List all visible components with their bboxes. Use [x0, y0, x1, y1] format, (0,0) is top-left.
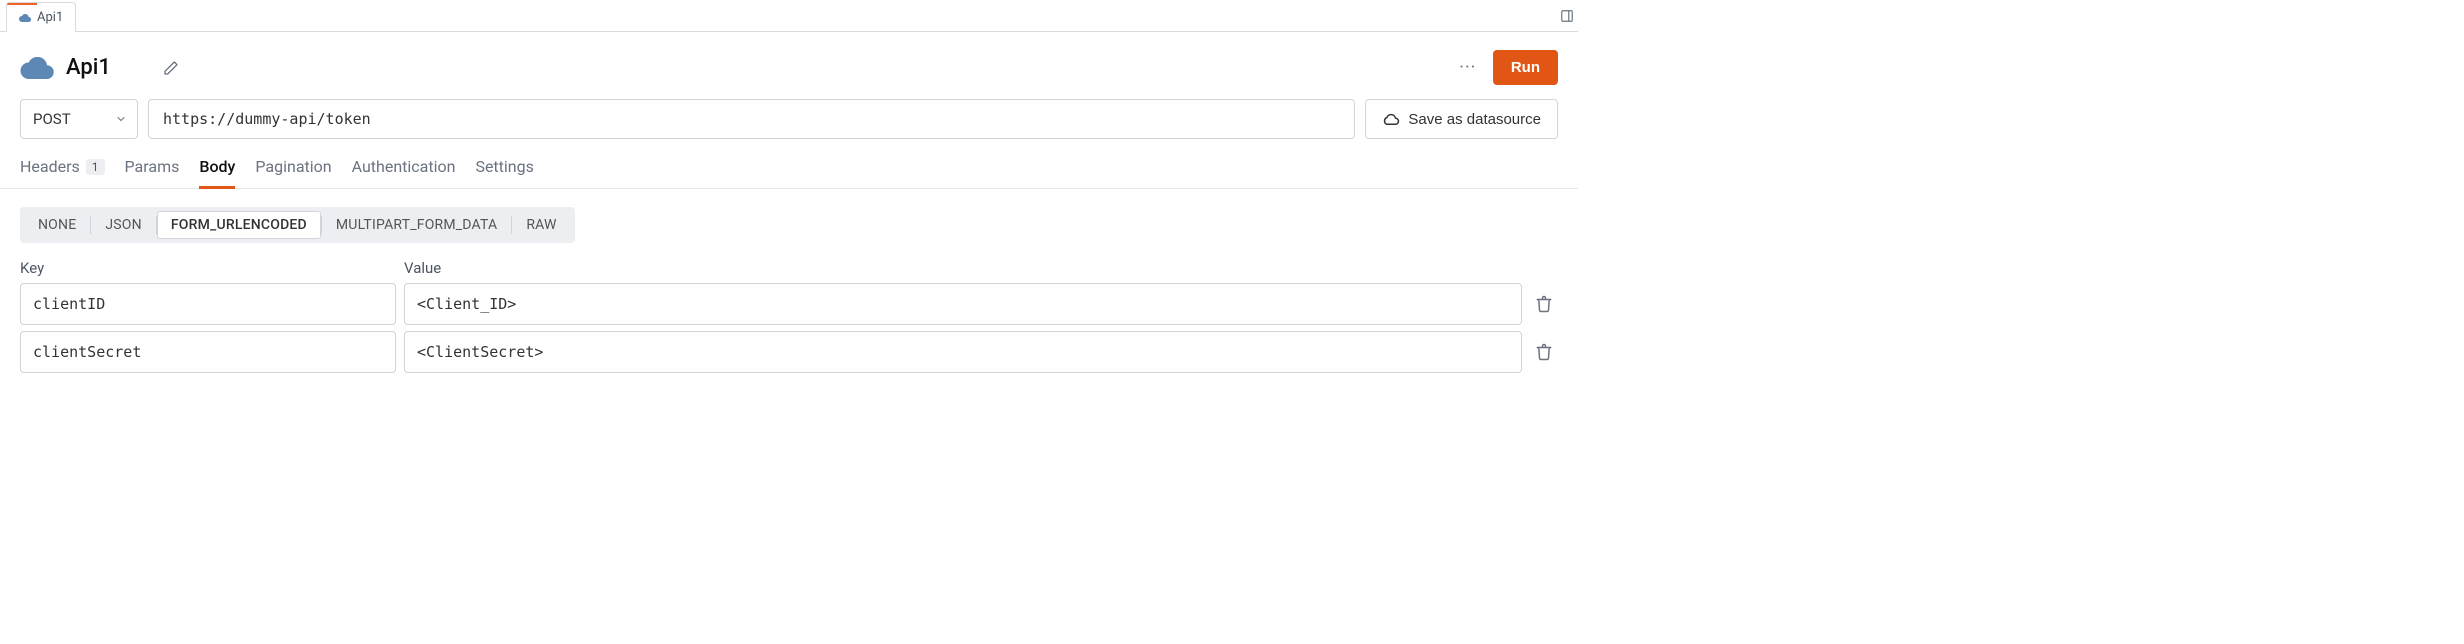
tab-authentication[interactable]: Authentication — [352, 157, 456, 188]
headers-count-badge: 1 — [86, 159, 105, 175]
kv-row — [20, 331, 1558, 373]
delete-row-button[interactable] — [1530, 290, 1558, 318]
tab-headers[interactable]: Headers 1 — [20, 157, 105, 188]
cloud-save-icon — [1382, 112, 1400, 126]
window: Api1 Api1 ··· Run POST Save as datasourc… — [0, 0, 1578, 412]
body-type-json[interactable]: JSON — [91, 211, 155, 239]
request-subtabs: Headers 1 Params Body Pagination Authent… — [0, 139, 1578, 189]
form-data-table: Key Value — [0, 243, 1578, 373]
tab-body[interactable]: Body — [199, 157, 235, 189]
delete-row-button[interactable] — [1530, 338, 1558, 366]
body-type-segment-wrap: NONE JSON FORM_URLENCODED MULTIPART_FORM… — [0, 189, 1578, 243]
tab-active-indicator — [7, 3, 37, 5]
cloud-icon — [20, 57, 54, 79]
http-method-value: POST — [33, 110, 71, 128]
save-datasource-label: Save as datasource — [1408, 111, 1541, 128]
kv-header-row: Key Value — [20, 259, 1558, 277]
trash-icon — [1535, 295, 1553, 313]
editor-tabstrip: Api1 — [0, 0, 1578, 32]
tab-headers-label: Headers — [20, 157, 80, 176]
kv-value-input[interactable] — [404, 283, 1522, 325]
editor-tab-label: Api1 — [37, 10, 63, 25]
kv-row — [20, 283, 1558, 325]
kv-header-key: Key — [20, 259, 396, 277]
tab-settings[interactable]: Settings — [475, 157, 533, 188]
tab-params[interactable]: Params — [125, 157, 180, 188]
url-input-wrap — [148, 99, 1355, 139]
save-datasource-button[interactable]: Save as datasource — [1365, 99, 1558, 139]
kv-key-input[interactable] — [20, 283, 396, 325]
body-type-multipart[interactable]: MULTIPART_FORM_DATA — [322, 211, 511, 239]
trash-icon — [1535, 343, 1553, 361]
body-type-segment: NONE JSON FORM_URLENCODED MULTIPART_FORM… — [20, 207, 575, 243]
api-header: Api1 ··· Run — [0, 32, 1578, 85]
body-type-raw[interactable]: RAW — [512, 211, 570, 239]
panel-toggle-icon[interactable] — [1560, 9, 1574, 23]
kv-header-value: Value — [404, 259, 1522, 277]
body-type-form-urlencoded[interactable]: FORM_URLENCODED — [157, 211, 321, 239]
body-type-none[interactable]: NONE — [24, 211, 90, 239]
kv-value-input[interactable] — [404, 331, 1522, 373]
tabstrip-right — [1560, 1, 1578, 31]
more-menu-button[interactable]: ··· — [1455, 55, 1481, 81]
http-method-select[interactable]: POST — [20, 99, 138, 139]
cloud-icon — [19, 14, 31, 22]
url-input[interactable] — [161, 109, 1342, 129]
api-title: Api1 — [66, 55, 111, 80]
chevron-down-icon — [115, 113, 127, 125]
edit-icon[interactable] — [163, 60, 179, 76]
tab-pagination[interactable]: Pagination — [255, 157, 331, 188]
run-button[interactable]: Run — [1493, 50, 1558, 85]
editor-tab-api1[interactable]: Api1 — [6, 2, 76, 32]
kv-key-input[interactable] — [20, 331, 396, 373]
request-row: POST Save as datasource — [0, 85, 1578, 139]
